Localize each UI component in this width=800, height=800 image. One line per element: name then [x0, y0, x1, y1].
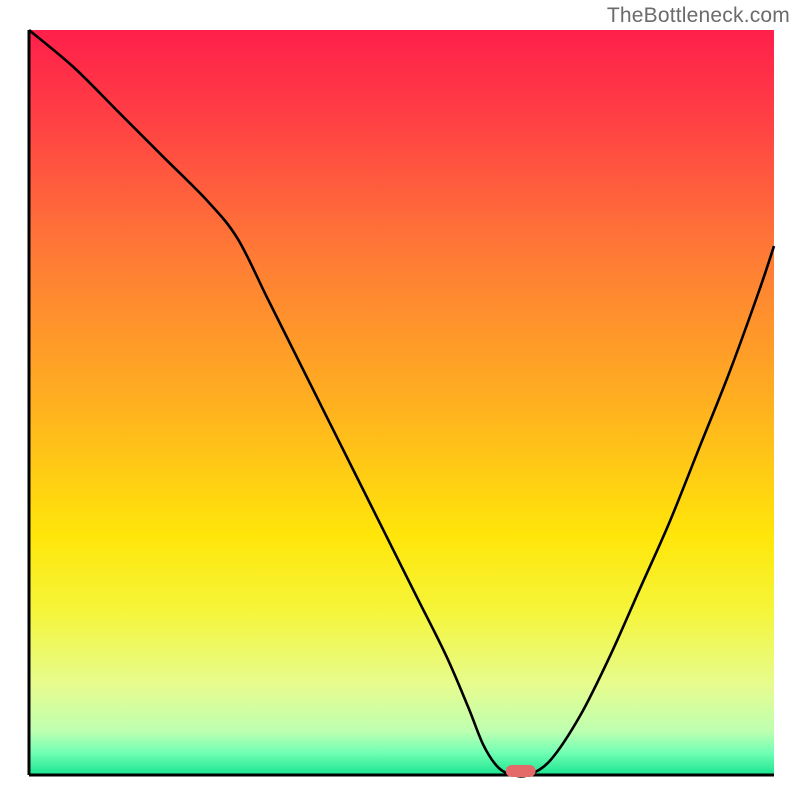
watermark-text: TheBottleneck.com: [607, 4, 790, 28]
plot-background: [29, 30, 774, 775]
optimal-marker: [506, 765, 536, 777]
bottleneck-chart: [0, 0, 800, 800]
